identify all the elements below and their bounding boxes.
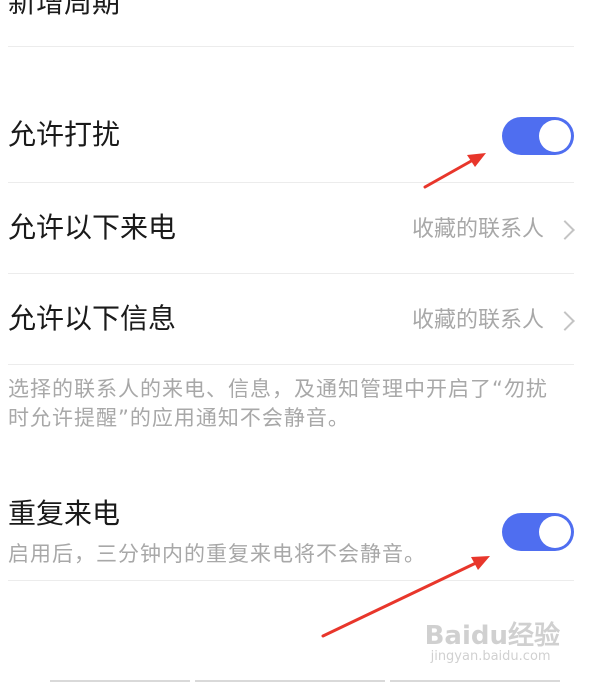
watermark-url: jingyan.baidu.com — [430, 649, 551, 664]
baidu-watermark: Baidu经验 jingyan.baidu.com — [425, 622, 560, 664]
arrow-to-dnd-toggle — [423, 153, 486, 189]
annotation-arrows — [321, 153, 490, 638]
watermark-brand: Baidu经验 — [424, 621, 560, 651]
